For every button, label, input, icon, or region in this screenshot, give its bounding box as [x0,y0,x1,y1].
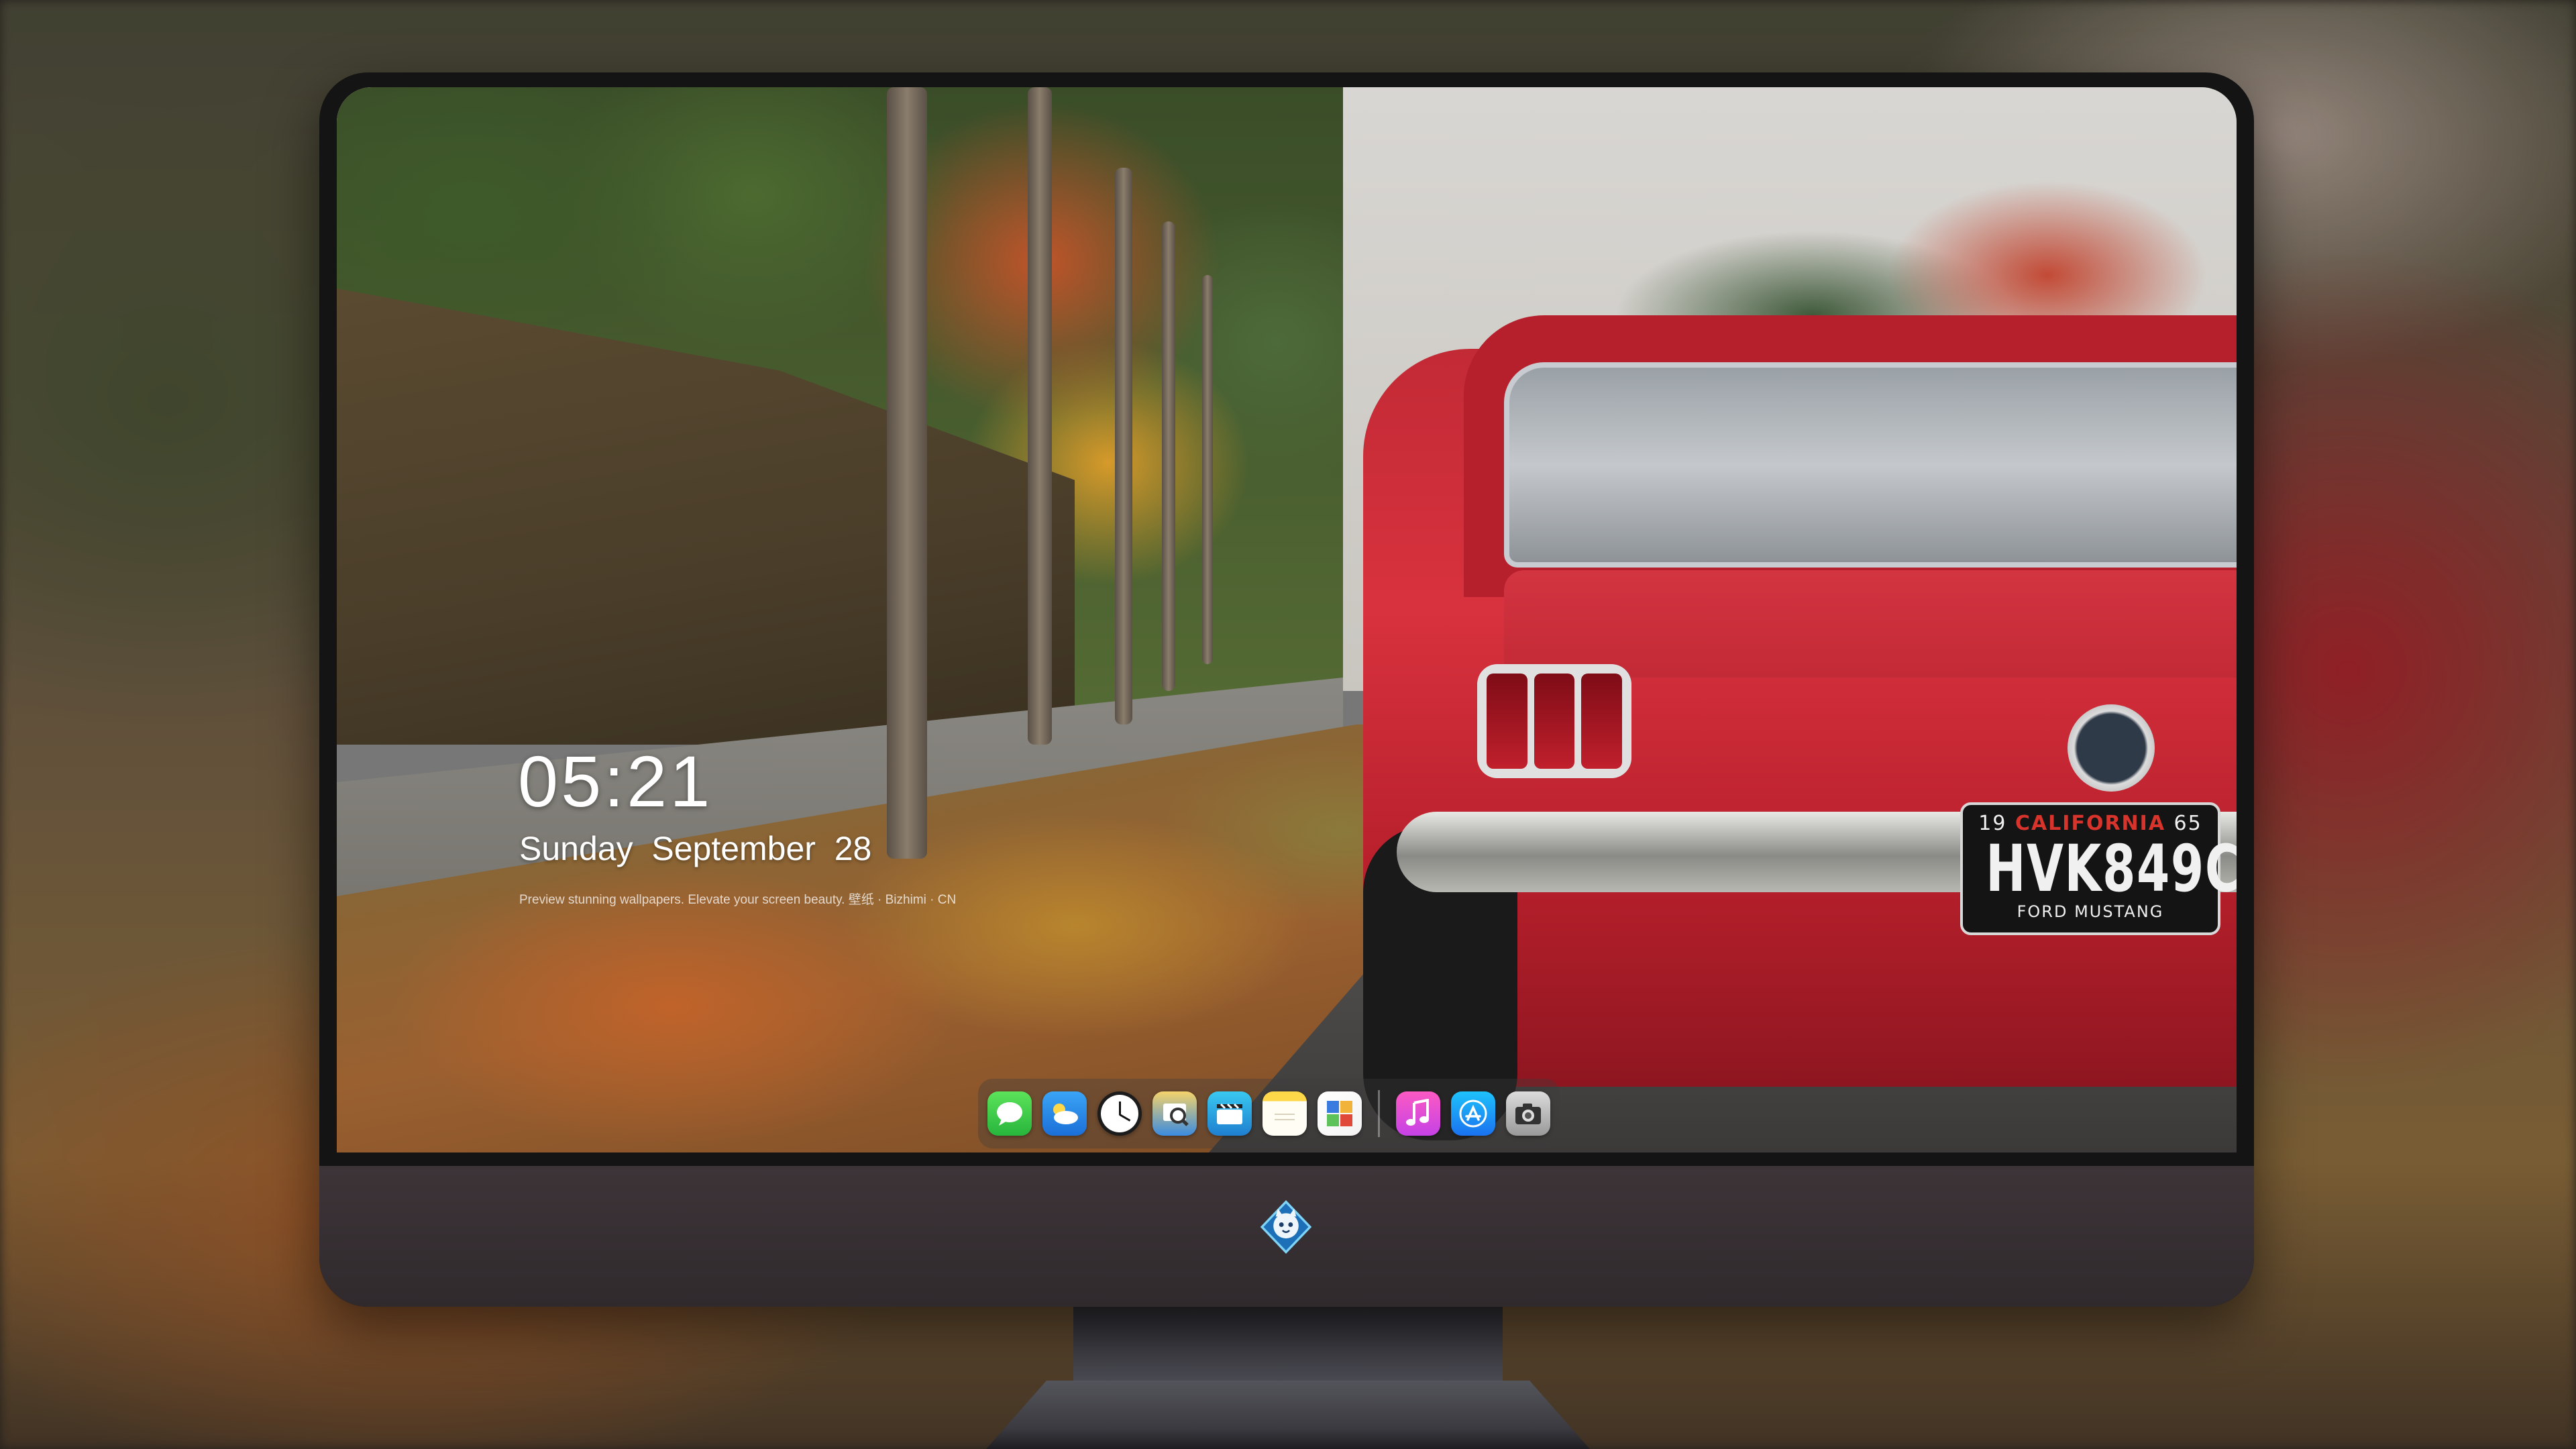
app-store-app-icon[interactable] [1451,1091,1495,1136]
clapperboard-icon [1217,1103,1242,1124]
lockscreen-time: 05:21 [518,741,713,822]
camera-icon [1515,1104,1541,1124]
car-taillight [1477,664,1631,778]
license-plate: 19 CALIFORNIA 65 HVK849C FORD MUSTANG [1960,802,2237,935]
notes-app-icon[interactable] [1263,1091,1307,1136]
clips-app-icon[interactable] [1208,1091,1252,1136]
dock [978,1079,1560,1148]
tree-trunk [1202,275,1213,664]
tree-trunk [1162,221,1175,691]
preview-app-icon[interactable] [1152,1091,1197,1136]
monitor-chin [319,1166,2254,1307]
camera-app-icon[interactable] [1506,1091,1550,1136]
weather-app-icon[interactable] [1042,1091,1087,1136]
message-bubble-icon [997,1102,1022,1126]
clock-app-icon[interactable] [1097,1091,1142,1136]
music-app-icon[interactable] [1396,1091,1440,1136]
car-trunk-lid [1504,570,2237,678]
monitor-stand-base [986,1381,1590,1449]
clock-icon [1101,1095,1138,1132]
tree-trunk [887,87,927,859]
photos-grid-icon [1327,1101,1352,1126]
cat-shield-logo [1260,1199,1312,1254]
preview-icon [1163,1104,1189,1126]
tree-trunk [1115,168,1132,724]
app-store-icon [1459,1099,1487,1128]
lockscreen-date: Sunday September 28 [519,830,872,867]
messages-app-icon[interactable] [987,1091,1032,1136]
music-note-icon [1406,1099,1429,1126]
monitor: 19 CALIFORNIA 65 HVK849C FORD MUSTANG 05… [319,72,2254,1307]
lockscreen-caption: Preview stunning wallpapers. Elevate you… [519,893,957,907]
screen: 19 CALIFORNIA 65 HVK849C FORD MUSTANG 05… [337,87,2237,1152]
car-emblem [2068,704,2155,792]
notes-icon [1275,1114,1295,1120]
cloud-icon [1053,1104,1078,1124]
photo-booth-app-icon[interactable] [1318,1091,1362,1136]
car-rear-window [1504,362,2237,568]
tree-trunk [1028,87,1052,745]
plate-number: HVK849C [1986,831,2237,906]
monitor-stand-neck [1073,1307,1503,1381]
dock-separator [1378,1090,1380,1137]
